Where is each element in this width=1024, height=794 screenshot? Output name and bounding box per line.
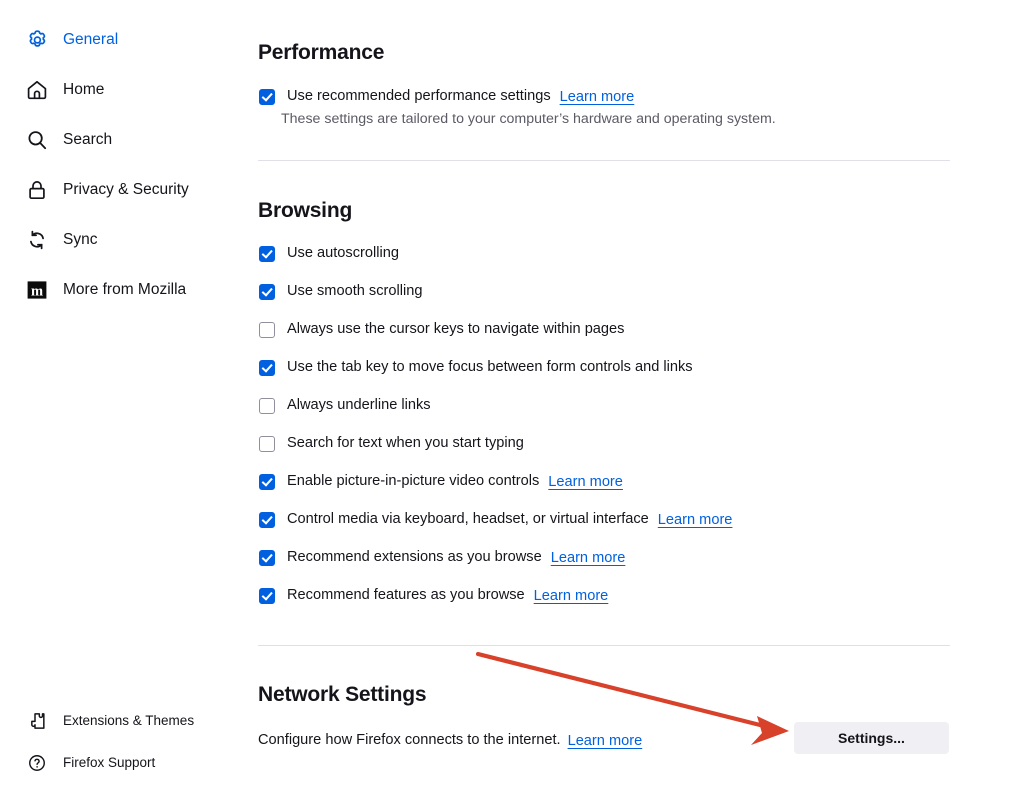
question-mark-circle-icon (26, 752, 48, 774)
sidebar-item-sync[interactable]: Sync (0, 223, 258, 257)
always-underline-links-row[interactable]: Always underline links (259, 395, 431, 417)
sidebar-item-privacy-security[interactable]: Privacy & Security (0, 173, 258, 207)
sidebar-item-home[interactable]: Home (0, 73, 258, 107)
picture-in-picture-row[interactable]: Enable picture-in-picture video controls… (259, 471, 623, 493)
firefox-settings-general-page: General Home Search Privacy & Security S… (0, 0, 1024, 794)
use-autoscrolling-row[interactable]: Use autoscrolling (259, 243, 399, 265)
sync-icon (24, 227, 50, 253)
always-underline-links-checkbox[interactable] (259, 398, 275, 414)
use-smooth-scrolling-checkbox[interactable] (259, 284, 275, 300)
sidebar-item-label: General (63, 31, 119, 49)
use-autoscrolling-checkbox[interactable] (259, 246, 275, 262)
performance-learn-more-link[interactable]: Learn more (560, 89, 635, 105)
sidebar-item-label: Search (63, 131, 113, 149)
picture-in-picture-checkbox[interactable] (259, 474, 275, 490)
control-media-label: Control media via keyboard, headset, or … (287, 511, 649, 528)
sidebar-nav-list: General Home Search Privacy & Security S… (0, 23, 258, 323)
sidebar-item-extensions-themes[interactable]: Extensions & Themes (0, 706, 258, 736)
search-while-typing-label: Search for text when you start typing (287, 435, 524, 452)
cursor-keys-navigate-label: Always use the cursor keys to navigate w… (287, 321, 625, 338)
use-recommended-performance-label: Use recommended performance settings (287, 88, 551, 105)
network-settings-learn-more-link[interactable]: Learn more (568, 733, 643, 749)
sidebar-item-label: Extensions & Themes (63, 713, 195, 729)
search-while-typing-row[interactable]: Search for text when you start typing (259, 433, 524, 455)
search-icon (24, 127, 50, 153)
recommend-features-learn-more-link[interactable]: Learn more (534, 588, 609, 604)
use-recommended-performance-checkbox[interactable] (259, 89, 275, 105)
settings-main-pane: Performance Use recommended performance … (258, 0, 1024, 794)
settings-sidebar: General Home Search Privacy & Security S… (0, 0, 258, 794)
lock-icon (24, 177, 50, 203)
browsing-heading: Browsing (258, 199, 353, 222)
network-settings-description: Configure how Firefox connects to the in… (258, 732, 561, 749)
use-recommended-performance-row[interactable]: Use recommended performance settings Lea… (259, 86, 634, 108)
recommend-extensions-label: Recommend extensions as you browse (287, 549, 542, 566)
gear-icon (24, 27, 50, 53)
tab-key-focus-label: Use the tab key to move focus between fo… (287, 359, 693, 376)
divider-performance-browsing (258, 160, 950, 161)
control-media-row[interactable]: Control media via keyboard, headset, or … (259, 509, 732, 531)
use-autoscrolling-label: Use autoscrolling (287, 245, 399, 262)
cursor-keys-navigate-checkbox[interactable] (259, 322, 275, 338)
puzzle-piece-icon (26, 710, 48, 732)
sidebar-item-label: Privacy & Security (63, 181, 189, 199)
control-media-learn-more-link[interactable]: Learn more (658, 512, 733, 528)
sidebar-item-firefox-support[interactable]: Firefox Support (0, 748, 258, 778)
sidebar-item-label: More from Mozilla (63, 281, 187, 299)
recommend-features-row[interactable]: Recommend features as you browse Learn m… (259, 585, 608, 607)
always-underline-links-label: Always underline links (287, 397, 431, 414)
picture-in-picture-label: Enable picture-in-picture video controls (287, 473, 540, 490)
cursor-keys-navigate-row[interactable]: Always use the cursor keys to navigate w… (259, 319, 624, 341)
network-settings-description-row: Configure how Firefox connects to the in… (258, 730, 642, 752)
picture-in-picture-learn-more-link[interactable]: Learn more (548, 474, 623, 490)
search-while-typing-checkbox[interactable] (259, 436, 275, 452)
recommend-extensions-learn-more-link[interactable]: Learn more (551, 550, 626, 566)
sidebar-footer-nav: Extensions & Themes Firefox Support (0, 706, 258, 790)
sidebar-item-more-from-mozilla[interactable]: m More from Mozilla (0, 273, 258, 307)
performance-description: These settings are tailored to your comp… (281, 111, 776, 127)
sidebar-item-label: Sync (63, 231, 98, 249)
sidebar-item-label: Home (63, 81, 105, 99)
use-smooth-scrolling-row[interactable]: Use smooth scrolling (259, 281, 422, 303)
home-icon (24, 77, 50, 103)
tab-key-focus-checkbox[interactable] (259, 360, 275, 376)
recommend-features-label: Recommend features as you browse (287, 587, 525, 604)
sidebar-item-label: Firefox Support (63, 755, 156, 771)
network-settings-heading: Network Settings (258, 683, 427, 706)
sidebar-item-general[interactable]: General (0, 23, 258, 57)
recommend-extensions-checkbox[interactable] (259, 550, 275, 566)
recommend-features-checkbox[interactable] (259, 588, 275, 604)
sidebar-item-search[interactable]: Search (0, 123, 258, 157)
svg-text:m: m (31, 283, 43, 299)
network-settings-button[interactable]: Settings... (794, 722, 949, 754)
performance-heading: Performance (258, 41, 385, 64)
divider-browsing-network (258, 645, 950, 646)
tab-key-focus-row[interactable]: Use the tab key to move focus between fo… (259, 357, 693, 379)
recommend-extensions-row[interactable]: Recommend extensions as you browse Learn… (259, 547, 625, 569)
control-media-checkbox[interactable] (259, 512, 275, 528)
use-smooth-scrolling-label: Use smooth scrolling (287, 283, 423, 300)
mozilla-logo-icon: m (24, 277, 50, 303)
